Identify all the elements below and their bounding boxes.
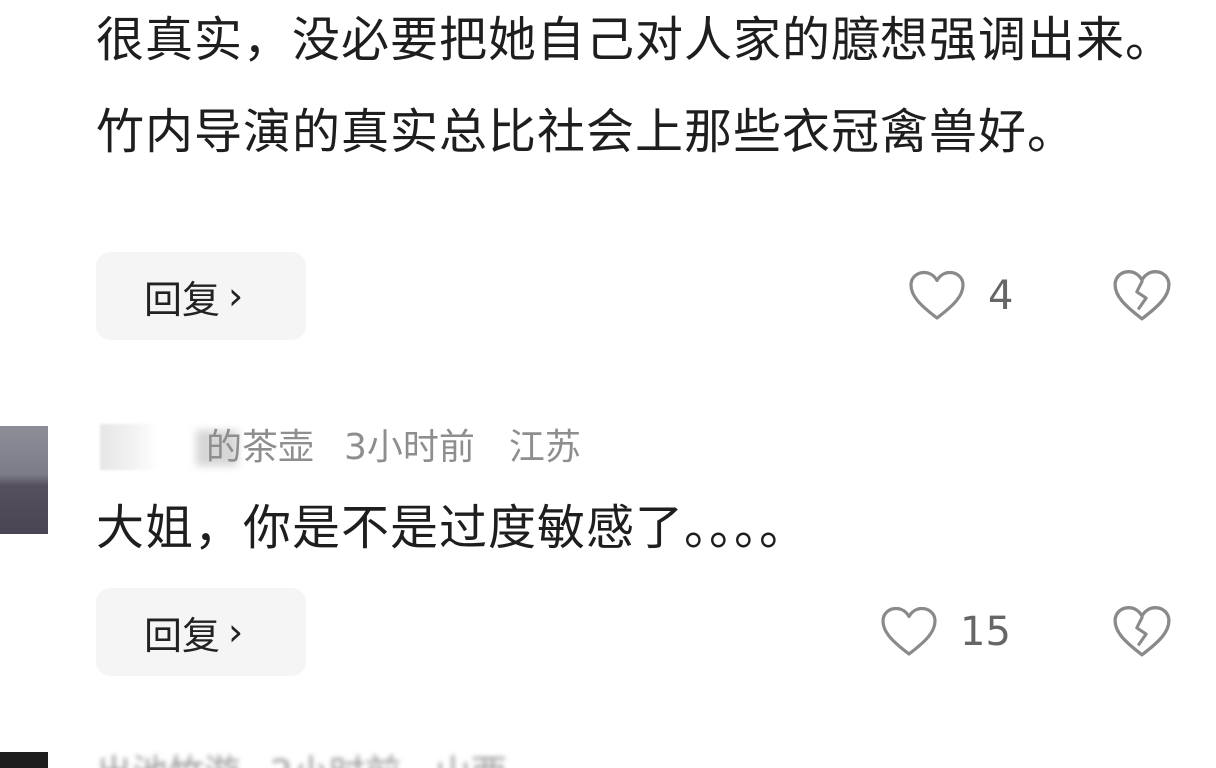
heart-outline-icon [909, 270, 965, 320]
username[interactable]: 出池竹游 [96, 753, 240, 768]
comment-body: 大姐，你是不是过度敏感了。。。。 [96, 500, 809, 556]
reply-button[interactable]: 回复 › [96, 252, 306, 340]
avatar[interactable] [0, 426, 48, 534]
like-count: 4 [988, 273, 1014, 319]
chevron-right-icon: › [228, 610, 244, 654]
comment-meta: 的茶壶 3小时前 江苏 [206, 422, 581, 474]
broken-heart-icon[interactable] [1112, 266, 1172, 326]
timestamp: 2小时前 [270, 753, 401, 768]
location: 山西 [435, 753, 507, 768]
reply-label: 回复 [144, 277, 221, 322]
reply-button[interactable]: 回复 › [96, 588, 306, 676]
username[interactable]: 的茶壶 [206, 427, 314, 468]
reply-label: 回复 [144, 613, 221, 658]
comment-meta: 出池竹游 2小时前 山西 [96, 748, 507, 768]
avatar[interactable] [0, 752, 48, 768]
timestamp: 3小时前 [344, 427, 475, 468]
like-button[interactable]: 4 [908, 266, 1013, 326]
username-redaction [100, 424, 158, 470]
like-button[interactable]: 15 [880, 602, 1011, 662]
heart-outline-icon [881, 606, 937, 656]
comment-feed: 很真实，没必要把她自己对人家的臆想强调出来。竹内导演的真实总比社会上那些衣冠禽兽… [0, 0, 1216, 768]
broken-heart-icon[interactable] [1112, 602, 1172, 662]
like-count: 15 [960, 609, 1011, 655]
location: 江苏 [508, 427, 581, 468]
chevron-right-icon: › [228, 274, 244, 318]
comment-body: 很真实，没必要把她自己对人家的臆想强调出来。竹内导演的真实总比社会上那些衣冠禽兽… [96, 12, 1175, 160]
